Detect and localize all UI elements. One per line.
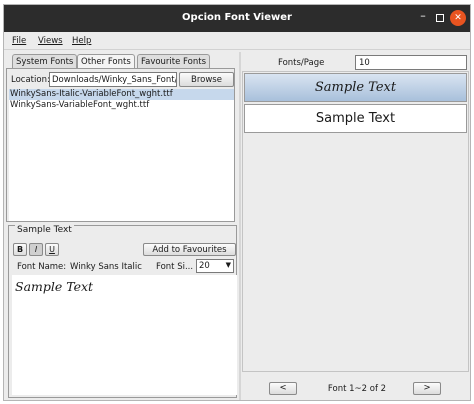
previous-page-button[interactable]: < bbox=[269, 382, 297, 395]
bold-button[interactable]: B bbox=[13, 243, 27, 256]
sample-controls: B I U Add to Favourites Font Name: Winky… bbox=[12, 235, 237, 395]
italic-button[interactable]: I bbox=[29, 243, 43, 256]
other-fonts-panel: Location: Downloads/Winky_Sans_Font/ Bro… bbox=[6, 68, 235, 222]
font-name-label: Font Name: bbox=[17, 262, 67, 272]
location-input[interactable]: Downloads/Winky_Sans_Font/ bbox=[49, 72, 177, 87]
tab-favourite-fonts[interactable]: Favourite Fonts bbox=[137, 54, 210, 69]
next-page-button[interactable]: > bbox=[413, 382, 441, 395]
font-preview-list: Sample Text Sample Text bbox=[242, 71, 469, 372]
tab-system-fonts[interactable]: System Fonts bbox=[12, 54, 78, 69]
left-panel: System Fonts Other Fonts Favourite Fonts… bbox=[6, 52, 237, 400]
fonts-per-page-input[interactable]: 10 bbox=[355, 55, 467, 70]
app-window: Opcion Font Viewer – ✕ File Views Help S… bbox=[3, 4, 471, 401]
tab-other-fonts[interactable]: Other Fonts bbox=[77, 54, 135, 69]
underline-button[interactable]: U bbox=[45, 243, 59, 256]
font-source-tabs: System Fonts Other Fonts Favourite Fonts bbox=[6, 54, 237, 69]
sample-text-area[interactable]: Sample Text bbox=[12, 275, 237, 395]
menu-bar: File Views Help bbox=[4, 32, 470, 50]
font-file-item[interactable]: WinkySans-Italic-VariableFont_wght.ttf bbox=[9, 89, 234, 100]
location-label: Location: bbox=[11, 75, 50, 85]
fonts-per-page-label: Fonts/Page bbox=[278, 58, 325, 68]
maximize-icon bbox=[436, 14, 444, 22]
font-size-label: Font Si... bbox=[156, 262, 194, 272]
font-file-item[interactable]: WinkySans-VariableFont_wght.ttf bbox=[9, 100, 234, 111]
add-to-favourites-button[interactable]: Add to Favourites bbox=[143, 243, 236, 256]
panel-splitter[interactable] bbox=[239, 52, 241, 400]
close-button[interactable]: ✕ bbox=[450, 10, 466, 26]
window-title: Opcion Font Viewer bbox=[182, 12, 292, 23]
right-panel: Fonts/Page 10 Sample Text Sample Text < … bbox=[242, 52, 469, 400]
sample-text: Sample Text bbox=[15, 279, 94, 294]
font-preview-item[interactable]: Sample Text bbox=[244, 73, 467, 102]
title-bar: Opcion Font Viewer – ✕ bbox=[4, 5, 470, 32]
font-preview-item[interactable]: Sample Text bbox=[244, 104, 467, 133]
font-name-value: Winky Sans Italic bbox=[70, 262, 142, 272]
sample-text-panel: Sample Text B I U Add to Favourites Font… bbox=[8, 225, 237, 398]
font-size-select[interactable]: 20 ▼ bbox=[196, 259, 234, 273]
minimize-button[interactable]: – bbox=[415, 10, 431, 26]
page-status: Font 1~2 of 2 bbox=[327, 384, 387, 394]
browse-button[interactable]: Browse bbox=[179, 72, 234, 87]
menu-file[interactable]: File bbox=[12, 36, 26, 46]
maximize-button[interactable] bbox=[432, 10, 448, 26]
menu-help[interactable]: Help bbox=[72, 36, 91, 46]
sample-panel-title: Sample Text bbox=[15, 225, 74, 235]
font-file-list: WinkySans-Italic-VariableFont_wght.ttf W… bbox=[9, 89, 234, 221]
chevron-down-icon: ▼ bbox=[225, 261, 231, 269]
font-size-value: 20 bbox=[199, 261, 210, 271]
menu-views[interactable]: Views bbox=[38, 36, 63, 46]
